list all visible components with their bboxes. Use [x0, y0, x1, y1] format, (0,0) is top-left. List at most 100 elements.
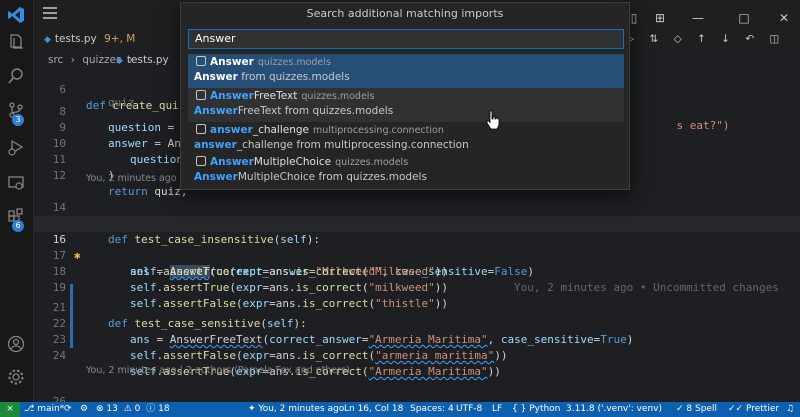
remote-explorer-icon[interactable]: [7, 174, 27, 194]
next-change-icon[interactable]: ↓: [721, 33, 730, 45]
item-name: answer: [210, 124, 253, 136]
blame-text: You, 2 minutes ago: [258, 404, 345, 414]
menu-icon[interactable]: [42, 6, 58, 20]
codelens-blame[interactable]: You, 2 minutes ago | 2 authors (Pamela F…: [86, 364, 350, 378]
git-blame-status[interactable]: ✦ You, 2 minutes ago: [248, 402, 344, 417]
quick-pick-item[interactable]: answer_challenge multiprocessing.connecti…: [188, 122, 624, 156]
item-name-rest: _challenge: [252, 124, 309, 136]
indentation[interactable]: Spaces: 4: [410, 402, 454, 417]
run-debug-icon[interactable]: [7, 138, 27, 158]
language-mode[interactable]: { } Python: [512, 402, 560, 417]
import-quick-pick: Search additional matching imports Answe…: [180, 2, 630, 190]
line-ending[interactable]: LF: [492, 402, 502, 417]
split-editor-icon[interactable]: ◫: [769, 33, 779, 45]
vscode-logo-icon: [7, 6, 27, 26]
sync-icon[interactable]: ⟳: [64, 402, 72, 417]
ports-icon[interactable]: ⚙: [80, 402, 88, 417]
close-button[interactable]: ✕: [776, 10, 792, 26]
quick-pick-item[interactable]: AnswerMultipleChoice quizzes.models Answe…: [188, 154, 624, 188]
import-icon: [196, 156, 206, 166]
item-name-rest: MultipleChoice: [253, 156, 332, 168]
warning-icon: ⚠: [123, 404, 135, 414]
item-module: multiprocessing.connection: [313, 125, 444, 136]
git-branch-icon: ⎇: [24, 404, 38, 414]
language-label: Python: [529, 404, 561, 414]
tab-tests-modified[interactable]: ◆ tests.py 9+, M: [44, 28, 135, 50]
problems-indicator[interactable]: ⊗ 13 ⚠ 0 ⓘ 18: [96, 402, 170, 417]
status-bar: ⨯ ⎇ main* ⟳ ⚙ ⊗ 13 ⚠ 0 ⓘ 18 ✦ You, 2 min…: [0, 402, 800, 417]
compare-changes-icon[interactable]: ⇅: [649, 33, 658, 45]
item-module: quizzes.models: [257, 57, 331, 68]
explorer-icon[interactable]: [7, 33, 27, 53]
item-module: quizzes.models: [301, 91, 375, 102]
hand-cursor-icon: [486, 110, 500, 130]
info-icon: ⓘ: [146, 404, 159, 414]
quick-pick-item[interactable]: Answer quizzes.models Answer from quizzes…: [188, 54, 624, 88]
code-text: self.assertFalse(expr=ans.is_correct("ar…: [130, 349, 508, 362]
error-count: 13: [106, 404, 118, 414]
python-file-icon: ◆: [44, 35, 51, 45]
code-line: 18 self.assertTrue(expr=ans.is_correct("…: [34, 248, 800, 294]
quick-pick-item[interactable]: AnswerFreeText quizzes.models AnswerFreeT…: [188, 88, 624, 122]
search-icon[interactable]: [7, 67, 27, 87]
activity-bar: 3 6: [0, 0, 34, 402]
code-line: 22 ans = AnswerFreeText(correct_answer="…: [34, 300, 800, 346]
notifications-bell-icon[interactable]: ♫: [786, 402, 794, 417]
error-icon: ⊗: [96, 404, 107, 414]
python-interpreter[interactable]: 3.11.8 ('.venv': venv): [566, 402, 662, 417]
open-changes-icon[interactable]: ◇: [674, 33, 682, 45]
code-line: 19 self.assertFalse(expr=ans.is_correct(…: [34, 264, 800, 310]
item-detail: _challenge from multiprocessing.connecti…: [236, 139, 469, 151]
item-name: Answer: [210, 156, 254, 168]
item-name-rest: FreeText: [253, 90, 298, 102]
breadcrumb-separator-icon: ›: [70, 54, 75, 66]
info-count: 18: [158, 404, 170, 414]
python-file-icon: ◆: [116, 56, 123, 66]
spell-check[interactable]: ✓ 8 Spell: [676, 402, 717, 417]
maximize-button[interactable]: □: [736, 10, 752, 26]
item-detail-match: Answer: [194, 105, 238, 117]
item-detail-match: Answer: [194, 171, 238, 183]
branch-name: main*: [37, 404, 65, 414]
settings-gear-icon[interactable]: [7, 368, 27, 388]
tab-label: tests.py: [54, 33, 97, 45]
prettier-status[interactable]: ✓✓ Prettier: [728, 402, 779, 417]
item-name: Answer: [210, 56, 254, 68]
item-detail: MultipleChoice from quizzes.models: [237, 171, 427, 183]
import-icon: [196, 90, 206, 100]
import-icon: [196, 124, 206, 134]
item-detail-match: answer: [194, 139, 237, 151]
encoding[interactable]: UTF-8: [456, 402, 482, 417]
editor-actions: ▷ ⇅ ◇ ↑ ↓ ↶ ◫ ⋯: [626, 28, 800, 67]
code-line: 21 def test_case_sensitive(self):: [34, 284, 800, 330]
customize-layout-icon[interactable]: ⊞: [652, 10, 668, 26]
quick-pick-title: Search additional matching imports: [306, 7, 504, 20]
tab-problem-badge: 9+, M: [104, 33, 136, 45]
code-line: 23 self.assertFalse(expr=ans.is_correct(…: [34, 316, 800, 362]
item-detail: FreeText from quizzes.models: [237, 105, 394, 117]
item-detail: from quizzes.models: [237, 71, 350, 83]
branch-indicator[interactable]: ⎇ main*: [24, 402, 64, 417]
line-number: 12: [52, 169, 66, 182]
item-module: quizzes.models: [335, 157, 409, 168]
revert-icon[interactable]: ↶: [745, 33, 754, 45]
cursor-position[interactable]: Ln 16, Col 18: [344, 402, 403, 417]
breadcrumb-src[interactable]: src: [48, 54, 63, 66]
code-text: s eat?"): [676, 119, 730, 132]
code-line-partial: s eat?"): [650, 102, 730, 132]
previous-change-icon[interactable]: ↑: [697, 33, 706, 45]
account-icon[interactable]: [7, 335, 27, 355]
remote-indicator-icon[interactable]: ⨯: [0, 402, 20, 417]
code-line-current: 16 ✱ ans = Answer(correct_answer="Milkwe…: [34, 216, 800, 294]
quick-pick-input[interactable]: Answer: [188, 29, 624, 49]
source-control-badge: 3: [12, 114, 24, 126]
minimize-button[interactable]: —: [690, 10, 706, 26]
tab-label: tests.py: [126, 54, 169, 66]
item-detail-match: Answer: [194, 71, 238, 83]
code-line: 17 self.assertTrue(expr=ans.is_correct("…: [34, 232, 800, 278]
code-line: 15 def test_case_insensitive(self):: [34, 200, 800, 246]
import-icon: [196, 56, 206, 66]
line-number: 24: [52, 349, 66, 362]
item-name: Answer: [210, 90, 254, 102]
code-line: 24 self.assertTrue(expr=ans.is_correct("…: [34, 332, 800, 378]
